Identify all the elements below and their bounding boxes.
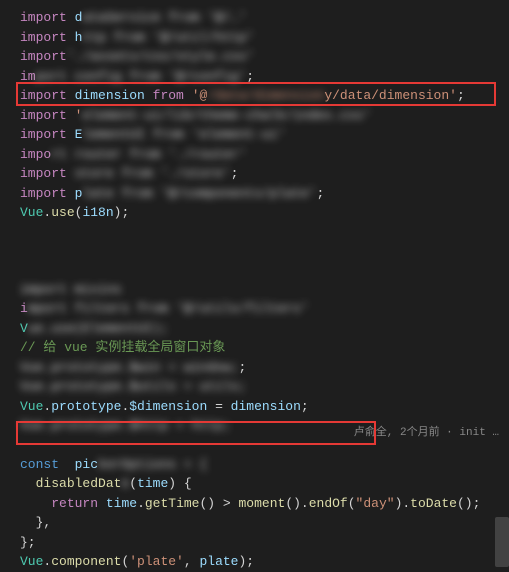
code-line[interactable]: return time.getTime() > moment().endOf("…: [0, 494, 509, 514]
code-line-prototype-dimension[interactable]: Vue.prototype.$dimension = dimension;: [0, 397, 509, 417]
code-line[interactable]: import dataService from '@/…': [0, 8, 509, 28]
empty-line: [0, 242, 509, 261]
code-line[interactable]: };: [0, 533, 509, 553]
code-line[interactable]: Vue.prototype.$win = window;;: [0, 358, 509, 378]
empty-line: [0, 261, 509, 280]
code-line[interactable]: Vue.prototype.$http = http;: [0, 416, 509, 436]
code-line[interactable]: import plate from '@/components/plate';: [0, 184, 509, 204]
code-line[interactable]: },: [0, 513, 509, 533]
code-line[interactable]: const pickerOptions = {: [0, 455, 509, 475]
code-line[interactable]: Vue.component('plate', plate);: [0, 552, 509, 572]
empty-line: [0, 223, 509, 242]
code-line[interactable]: import router from './router': [0, 145, 509, 165]
code-line[interactable]: Vue.use(i18n);: [0, 203, 509, 223]
code-line[interactable]: import config from '@/config';: [0, 67, 509, 87]
code-line-comment[interactable]: // 给 vue 实例挂载全局窗口对象: [0, 338, 509, 358]
code-line-import-dimension[interactable]: import dimension from '@/data/dimensiony…: [0, 86, 509, 106]
code-line[interactable]: Vue.prototype.$utils = utils;: [0, 377, 509, 397]
scrollbar-thumb[interactable]: [495, 517, 509, 567]
code-line[interactable]: import mixins: [0, 280, 509, 300]
code-line[interactable]: import ElementUI from 'element-ui': [0, 125, 509, 145]
code-line[interactable]: import http from '@/util/http': [0, 28, 509, 48]
code-line[interactable]: import store from './store';: [0, 164, 509, 184]
code-line[interactable]: disabledDate(time) {: [0, 474, 509, 494]
code-line[interactable]: import 'element-ui/lib/theme-chalk/index…: [0, 106, 509, 126]
code-line[interactable]: import filters from '@/utils/filters': [0, 299, 509, 319]
code-line[interactable]: import'./assets/css/style.css': [0, 47, 509, 67]
code-line[interactable]: Vue.use(ElementUI);: [0, 319, 509, 339]
